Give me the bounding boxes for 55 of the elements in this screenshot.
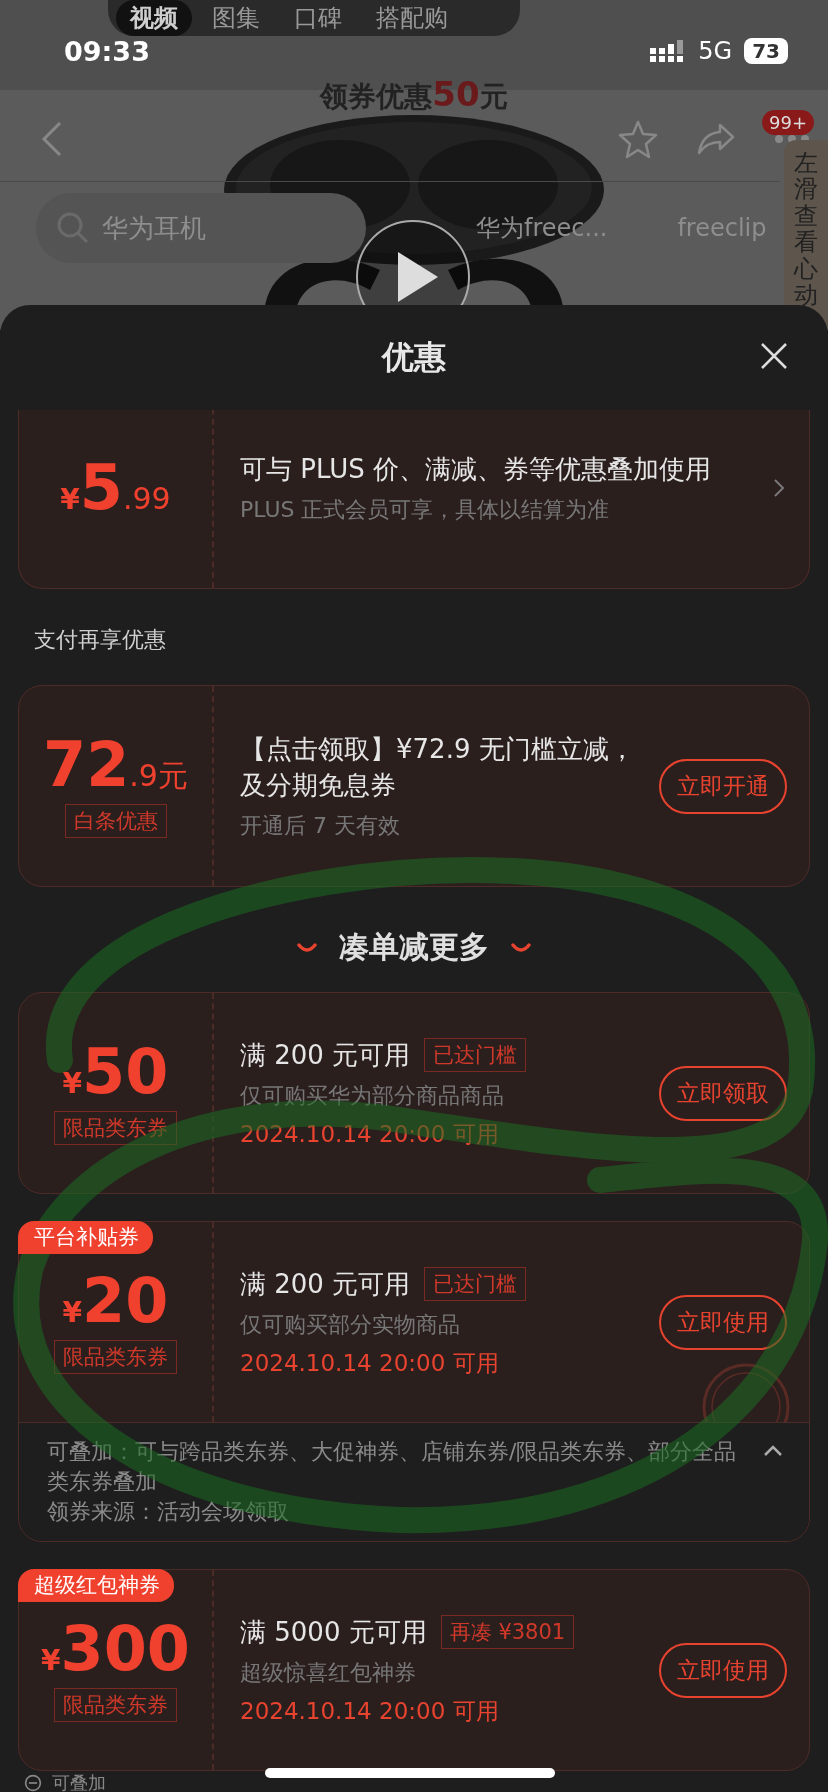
coupon-price: ¥300: [41, 1618, 190, 1680]
section-label: 支付再享优惠: [33, 626, 167, 654]
back-icon[interactable]: [40, 121, 64, 157]
media-tab[interactable]: 口碑: [280, 0, 356, 36]
coupon-action-button[interactable]: 立即使用: [659, 1294, 787, 1350]
section-heading: 凑单减更多: [339, 928, 489, 966]
coupon-price: 72.9元: [43, 734, 188, 796]
coupon-detail-text: 领券来源：活动会场领取: [47, 1498, 290, 1526]
coupon-title: 【点击领取】¥72.9 无门槛立减，及分期免息券: [240, 733, 636, 802]
media-tab[interactable]: 视频: [116, 0, 192, 36]
coupon-ribbon: 超级红包神券: [18, 1569, 174, 1602]
smile-icon: [511, 942, 531, 953]
search-suggestion[interactable]: 华为freec...: [476, 212, 608, 244]
coupon-valid-time: 2024.10.14 20:00 可用: [240, 1348, 500, 1378]
coupon-description: 仅可购买华为部分商品商品: [240, 1081, 505, 1110]
coupon-description: 仅可购买部分实物商品: [240, 1310, 461, 1339]
star-icon[interactable]: [618, 119, 658, 159]
coupon-action-button[interactable]: 立即领取: [659, 1065, 787, 1121]
threshold-tag: 已达门槛: [424, 1266, 527, 1301]
chevron-up-icon[interactable]: [763, 1445, 783, 1457]
battery-indicator: 73: [744, 38, 788, 64]
coupon-price: ¥20: [62, 1270, 169, 1332]
coupon-description: 开通后 7 天有效: [240, 812, 401, 840]
coupon-type-tag: 限品类东券: [54, 1688, 177, 1722]
coupon-price: ¥5.99: [60, 457, 171, 519]
close-icon[interactable]: [760, 342, 788, 370]
threshold-tag: 已达门槛: [424, 1037, 527, 1072]
chevron-right-icon[interactable]: [773, 478, 785, 498]
coupon-type-tag: 白条优惠: [64, 804, 167, 838]
coupon-title: 满 200 元可用: [240, 1267, 411, 1301]
smile-icon: [297, 942, 317, 953]
sheet-title: 优惠: [382, 336, 446, 378]
coupon-action-button[interactable]: 立即开通: [659, 758, 787, 814]
threshold-tag: 再凑 ¥3801: [440, 1614, 575, 1649]
status-time: 09:33: [64, 35, 150, 67]
info-icon: [24, 1774, 42, 1792]
stackable-label: 可叠加: [52, 1773, 106, 1792]
media-tab[interactable]: 图集: [198, 0, 274, 36]
coupon-type-tag: 限品类东券: [54, 1340, 177, 1374]
coupon-title: 满 5000 元可用: [240, 1615, 427, 1649]
coupon-description: PLUS 正式会员可享，具体以结算为准: [240, 496, 611, 524]
notification-badge: 99+: [762, 110, 814, 135]
coupon-description: 超级惊喜红包神券: [240, 1658, 417, 1687]
coupon-type-tag: 限品类东券: [54, 1111, 177, 1145]
coupon-title: 可与 PLUS 价、满减、券等优惠叠加使用: [240, 453, 711, 486]
coupon-ribbon: 平台补贴券: [18, 1221, 153, 1254]
media-tab[interactable]: 搭配购: [362, 0, 462, 36]
coupon-valid-time: 2024.10.14 20:00 可用: [240, 1119, 500, 1149]
coupon-title: 满 200 元可用: [240, 1038, 411, 1072]
search-field[interactable]: 华为耳机: [36, 193, 366, 263]
network-label: 5G: [698, 37, 733, 65]
coupon-price: ¥50: [62, 1041, 169, 1103]
promo-banner-text: 领券优惠50元: [320, 80, 508, 113]
coupon-valid-time: 2024.10.14 20:00 可用: [240, 1696, 500, 1726]
coupon-action-button[interactable]: 立即使用: [659, 1642, 787, 1698]
